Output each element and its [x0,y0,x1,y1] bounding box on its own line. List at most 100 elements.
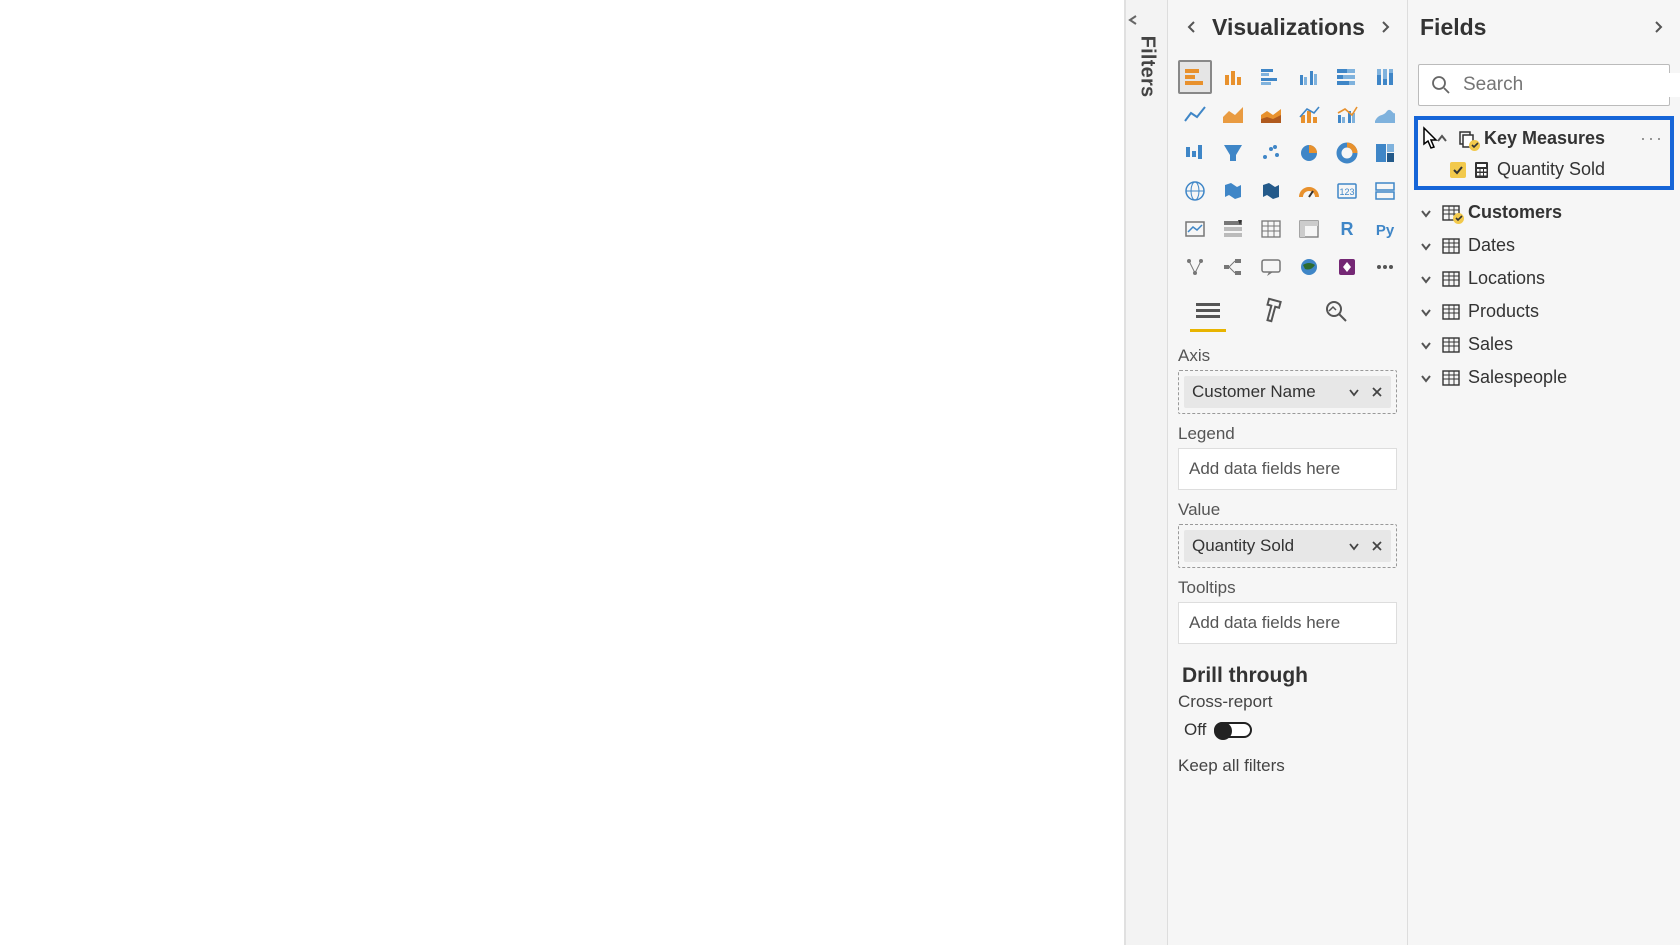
remove-field-icon[interactable] [1371,386,1383,398]
fields-search-input[interactable] [1461,73,1680,97]
clustered-bar-chart-icon[interactable] [1254,60,1288,94]
field-quantity-sold[interactable]: Quantity Sold [1420,155,1668,184]
format-tab[interactable] [1254,296,1290,332]
arcgis-map-icon[interactable] [1292,250,1326,284]
table-locations[interactable]: Locations [1414,262,1674,295]
visualizations-pane: Visualizations [1168,0,1408,945]
filled-map-icon[interactable] [1216,174,1250,208]
matrix-icon[interactable] [1292,212,1326,246]
fields-search[interactable] [1418,64,1670,106]
hundred-stacked-bar-icon[interactable] [1330,60,1364,94]
fields-title: Fields [1420,14,1486,41]
funnel-chart-icon[interactable] [1216,136,1250,170]
line-clustered-column-icon[interactable] [1330,98,1364,132]
donut-chart-icon[interactable] [1330,136,1364,170]
table-customers[interactable]: Customers [1414,196,1674,229]
calculator-icon [1474,161,1489,179]
stacked-column-chart-icon[interactable] [1216,60,1250,94]
report-canvas[interactable] [0,0,1126,945]
power-apps-visual-icon[interactable] [1330,250,1364,284]
svg-text:123: 123 [1339,187,1354,197]
map-icon[interactable] [1178,174,1212,208]
value-field-pill[interactable]: Quantity Sold [1184,530,1391,562]
viz-pane-collapse-right-icon[interactable] [1373,15,1397,39]
gauge-icon[interactable] [1292,174,1326,208]
table-key-measures[interactable]: Key Measures [1420,122,1668,155]
value-well-label: Value [1178,500,1397,520]
hundred-stacked-column-icon[interactable] [1368,60,1402,94]
table-icon [1442,271,1460,287]
fields-pane-collapse-icon[interactable] [1646,15,1670,39]
keep-all-filters-label: Keep all filters [1168,746,1407,776]
tooltips-well[interactable]: Add data fields here [1178,602,1397,644]
decomposition-tree-icon[interactable] [1216,250,1250,284]
table-sales[interactable]: Sales [1414,328,1674,361]
python-visual-icon[interactable]: Py [1368,212,1402,246]
cross-report-toggle[interactable] [1214,722,1252,738]
viz-pane-collapse-left-icon[interactable] [1180,15,1204,39]
kpi-icon[interactable] [1178,212,1212,246]
chevron-down-icon[interactable] [1418,239,1434,253]
line-chart-icon[interactable] [1178,98,1212,132]
axis-field-pill[interactable]: Customer Name [1184,376,1391,408]
value-well[interactable]: Quantity Sold [1178,524,1397,568]
pie-chart-icon[interactable] [1292,136,1326,170]
chevron-down-icon[interactable] [1418,206,1434,220]
field-wells: Axis Customer Name Legend Add data field… [1168,332,1407,654]
search-icon [1431,75,1451,95]
axis-well-label: Axis [1178,346,1397,366]
key-measures-highlight: ··· Key Measures [1414,116,1674,190]
chevron-down-icon[interactable] [1418,338,1434,352]
r-visual-icon[interactable]: R [1330,212,1364,246]
clustered-column-chart-icon[interactable] [1292,60,1326,94]
svg-text:Py: Py [1376,222,1395,239]
ribbon-chart-icon[interactable] [1368,98,1402,132]
legend-well[interactable]: Add data fields here [1178,448,1397,490]
multi-row-card-icon[interactable] [1368,174,1402,208]
table-products[interactable]: Products [1414,295,1674,328]
cross-report-state: Off [1184,720,1206,740]
remove-field-icon[interactable] [1371,540,1383,552]
app-root: Filters Visualizations [0,0,1680,945]
stacked-bar-chart-icon[interactable] [1178,60,1212,94]
qa-visual-icon[interactable] [1254,250,1288,284]
table-icon [1442,205,1460,221]
table-salespeople-label: Salespeople [1468,367,1567,388]
line-stacked-column-icon[interactable] [1292,98,1326,132]
more-visuals-icon[interactable] [1368,250,1402,284]
fields-header: Fields [1408,0,1680,54]
table-more-icon[interactable]: ··· [1640,128,1664,149]
scatter-chart-icon[interactable] [1254,136,1288,170]
chevron-down-icon[interactable] [1418,371,1434,385]
fields-tab[interactable] [1190,296,1226,332]
treemap-icon[interactable] [1368,136,1402,170]
slicer-icon[interactable] [1216,212,1250,246]
table-icon [1442,337,1460,353]
axis-well[interactable]: Customer Name [1178,370,1397,414]
table-products-label: Products [1468,301,1539,322]
card-icon[interactable]: 123 [1330,174,1364,208]
legend-well-label: Legend [1178,424,1397,444]
analytics-tab[interactable] [1318,296,1354,332]
table-icon[interactable] [1254,212,1288,246]
drill-through-title: Drill through [1168,654,1407,688]
field-checkbox-checked-icon[interactable] [1450,162,1466,178]
chevron-down-icon[interactable] [1347,539,1361,553]
waterfall-chart-icon[interactable] [1178,136,1212,170]
viz-property-tabs [1168,288,1407,332]
stacked-area-chart-icon[interactable] [1254,98,1288,132]
chevron-up-icon[interactable] [1434,132,1450,146]
chevron-down-icon[interactable] [1347,385,1361,399]
table-dates[interactable]: Dates [1414,229,1674,262]
table-customers-label: Customers [1468,202,1562,223]
shape-map-icon[interactable] [1254,174,1288,208]
area-chart-icon[interactable] [1216,98,1250,132]
table-key-measures-label: Key Measures [1484,128,1605,149]
chevron-down-icon[interactable] [1418,305,1434,319]
chevron-down-icon[interactable] [1418,272,1434,286]
tooltips-well-label: Tooltips [1178,578,1397,598]
filters-collapse-icon[interactable] [1126,12,1142,28]
filters-pane-collapsed[interactable]: Filters [1126,0,1168,945]
table-salespeople[interactable]: Salespeople [1414,361,1674,394]
key-influencers-icon[interactable] [1178,250,1212,284]
